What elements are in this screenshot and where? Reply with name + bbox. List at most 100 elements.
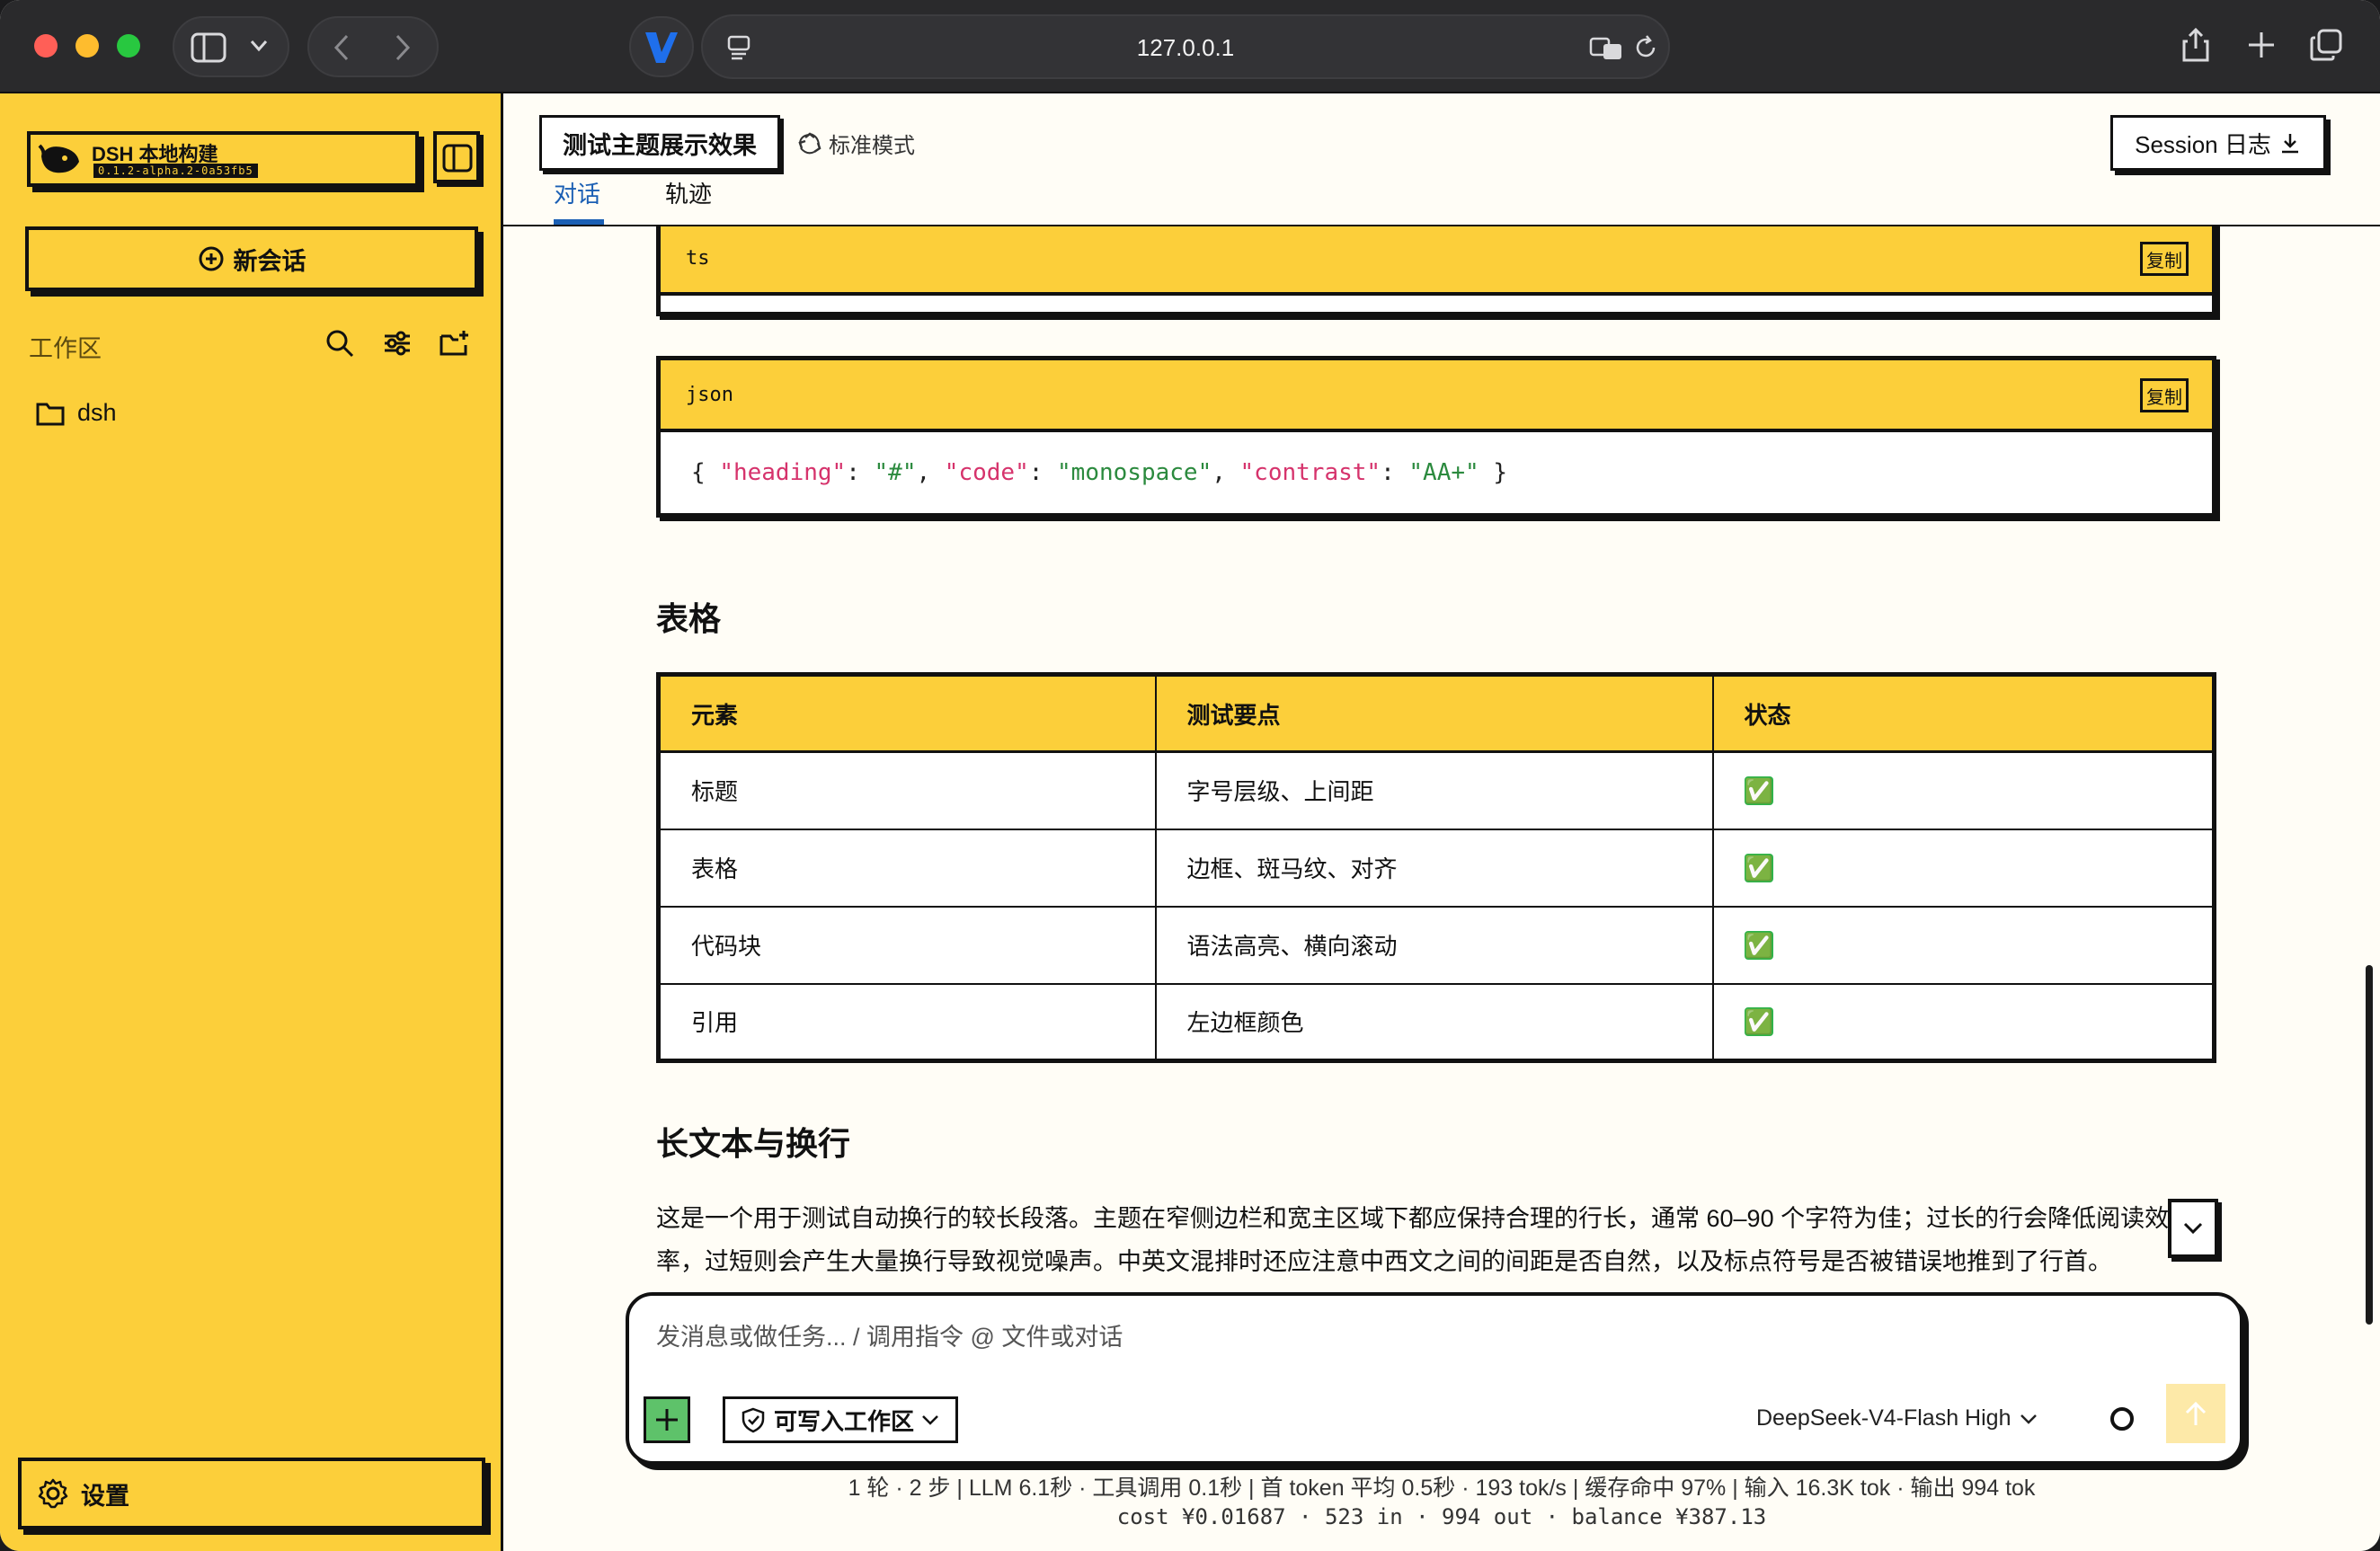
browser-toolbar: 127.0.0.1 (0, 0, 2380, 93)
table-header-cell: 测试要点 (1154, 673, 1714, 753)
markdown-table: 元素 测试要点 状态 标题 字号层级、上间距 ✅ 表格 边框、斑马纹、对齐 ✅ … (656, 672, 2216, 1063)
table-cell: 代码块 (657, 905, 1157, 985)
chat-header: 测试主题展示效果 标准模式 对话 轨迹 Session 日志 (503, 93, 2380, 226)
active-tab-indicator (554, 219, 604, 225)
context-usage-ring[interactable] (2110, 1407, 2134, 1431)
table-cell: 字号层级、上间距 (1154, 750, 1714, 830)
chevron-down-icon (922, 1415, 938, 1425)
settings-button[interactable]: 设置 (18, 1458, 485, 1529)
code-language: json (686, 383, 733, 406)
mode-label: 标准模式 (829, 134, 915, 158)
status-cell: ✅ (1711, 828, 2216, 908)
code-block-ts: ts 复制 (656, 226, 2216, 316)
code-content: { "heading": "#", "code": "monospace", "… (691, 459, 1507, 486)
arrow-up-icon (2185, 1401, 2207, 1425)
message-composer: 可写入工作区 DeepSeek-V4-Flash High (626, 1292, 2243, 1465)
permission-select[interactable]: 可写入工作区 (723, 1396, 958, 1443)
table-row: 标题 字号层级、上间距 ✅ (657, 750, 2216, 830)
code-block-header: json 复制 (661, 360, 2212, 432)
model-select[interactable]: DeepSeek-V4-Flash High (1756, 1405, 2038, 1431)
table-cell: 边框、斑马纹、对齐 (1154, 828, 1714, 908)
forward-icon[interactable] (394, 34, 412, 61)
close-window-button[interactable] (34, 34, 58, 58)
scroll-to-bottom-button[interactable] (2168, 1199, 2218, 1258)
session-log-button[interactable]: Session 日志 (2110, 115, 2326, 171)
code-block-json: json 复制 { "heading": "#", "code": "monos… (656, 356, 2216, 518)
tab-trace[interactable]: 轨迹 (665, 176, 712, 209)
search-icon[interactable] (325, 329, 354, 358)
send-button[interactable] (2166, 1384, 2225, 1443)
sidebar-icon[interactable] (191, 32, 226, 63)
sidebar-panel-icon (442, 144, 473, 173)
check-mark-icon: ✅ (1744, 776, 1773, 805)
browser-window: 127.0.0.1 DSH 本地构建 0.1.2-alpha.2-0a53fb5… (0, 0, 2380, 1551)
settings-label: 设置 (81, 1482, 129, 1510)
check-mark-icon: ✅ (1744, 1006, 1773, 1036)
attach-button[interactable] (644, 1396, 690, 1443)
extension-logo-icon (645, 32, 678, 63)
code-block-header: ts 复制 (661, 226, 2212, 296)
table-cell: 标题 (657, 750, 1157, 830)
permission-label: 可写入工作区 (774, 1407, 915, 1435)
reload-icon[interactable] (1632, 34, 1659, 61)
workspace-label: 工作区 (29, 335, 102, 362)
back-icon[interactable] (333, 34, 351, 61)
table-cell: 语法高亮、横向滚动 (1154, 905, 1714, 985)
chevron-down-icon (2183, 1222, 2203, 1235)
address-bar[interactable]: 127.0.0.1 (701, 14, 1670, 79)
new-chat-button[interactable]: 新会话 (25, 226, 478, 291)
check-mark-icon: ✅ (1744, 853, 1773, 882)
download-icon (2281, 134, 2298, 154)
mode-indicator[interactable]: 标准模式 (798, 128, 915, 159)
filter-icon[interactable] (383, 329, 412, 358)
message-input[interactable] (656, 1317, 2184, 1357)
copy-button[interactable]: 复制 (2140, 378, 2189, 412)
sidebar-toggle-group (173, 16, 289, 77)
share-icon[interactable] (2180, 27, 2211, 63)
workspace-folder-dsh[interactable]: dsh (36, 399, 117, 427)
whale-logo-icon (38, 144, 79, 173)
new-folder-icon[interactable] (439, 329, 469, 358)
chevron-down-icon (2020, 1414, 2038, 1424)
table-row: 代码块 语法高亮、横向滚动 ✅ (657, 905, 2216, 985)
copy-button[interactable]: 复制 (2140, 242, 2189, 276)
extension-button[interactable] (629, 16, 694, 77)
table-row: 表格 边框、斑马纹、对齐 ✅ (657, 828, 2216, 908)
new-tab-icon[interactable] (2247, 31, 2276, 59)
shield-check-icon (742, 1407, 765, 1433)
folder-name: dsh (77, 399, 117, 426)
table-row: 引用 左边框颜色 ✅ (657, 982, 2216, 1062)
session-log-label: Session 日志 (2135, 130, 2271, 158)
table-header-cell: 状态 (1711, 673, 2216, 753)
gear-icon (38, 1478, 68, 1509)
minimize-window-button[interactable] (75, 34, 99, 58)
long-paragraph: 这是一个用于测试自动换行的较长段落。主题在窄侧边栏和宽主区域下都应保持合理的行长… (656, 1205, 2170, 1275)
collapse-sidebar-button[interactable] (433, 131, 480, 183)
table-cell: 表格 (657, 828, 1157, 908)
table-heading: 表格 (656, 600, 722, 637)
table-cell: 引用 (657, 982, 1157, 1062)
cost-stats: cost ¥0.01687 · 523 in · 994 out · balan… (1116, 1504, 1767, 1529)
brand-badge[interactable]: DSH 本地构建 0.1.2-alpha.2-0a53fb5 (27, 131, 419, 187)
table-header-cell: 元素 (657, 673, 1157, 753)
folder-icon (36, 403, 65, 425)
new-chat-label: 新会话 (233, 247, 306, 275)
tab-overview-icon[interactable] (2310, 29, 2342, 61)
run-stats: 1 轮 · 2 步 | LLM 6.1秒 · 工具调用 0.1秒 | 首 tok… (848, 1476, 2036, 1501)
plus-icon (656, 1409, 678, 1431)
status-cell: ✅ (1711, 750, 2216, 830)
translate-icon[interactable] (1589, 36, 1623, 61)
long-text-heading: 长文本与换行 (656, 1125, 851, 1162)
url-text[interactable]: 127.0.0.1 (703, 34, 1668, 62)
check-mark-icon: ✅ (1744, 930, 1773, 960)
tab-chat[interactable]: 对话 (554, 176, 600, 209)
scrollbar-thumb[interactable] (2366, 965, 2373, 1325)
plus-circle-icon (199, 246, 223, 271)
sidebar: DSH 本地构建 0.1.2-alpha.2-0a53fb5 新会话 工作区 d… (0, 93, 503, 1551)
model-label: DeepSeek-V4-Flash High (1756, 1405, 2011, 1431)
table-cell: 左边框颜色 (1154, 982, 1714, 1062)
zoom-window-button[interactable] (117, 34, 140, 58)
session-title[interactable]: 测试主题展示效果 (539, 115, 780, 171)
chevron-down-icon[interactable] (250, 40, 268, 52)
recycle-icon (798, 131, 821, 154)
